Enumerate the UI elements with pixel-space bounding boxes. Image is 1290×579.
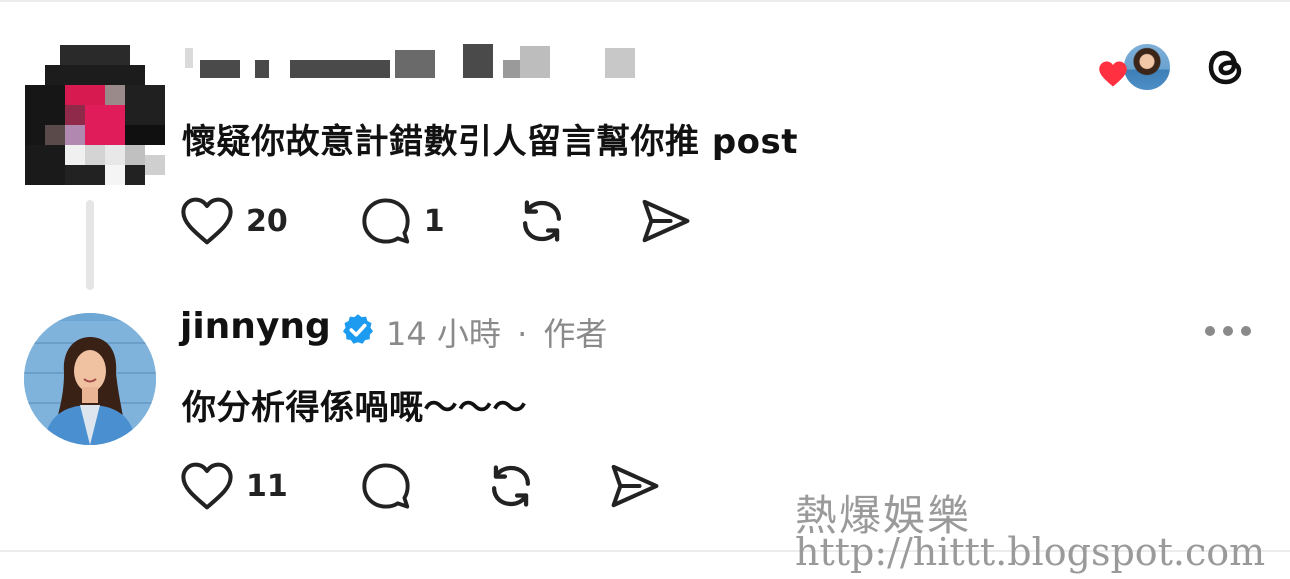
reply-button[interactable] [360, 460, 412, 512]
watermark-url: http://hittt.blogspot.com [795, 530, 1266, 574]
top-divider [0, 0, 1290, 2]
post-timestamp: 14 小時 [386, 315, 501, 353]
liked-by-avatar [1122, 42, 1172, 92]
author-tag: 作者 [543, 315, 608, 353]
verified-badge-icon [343, 314, 373, 344]
share-button[interactable] [639, 196, 693, 246]
heart-outline-icon [181, 197, 233, 245]
pixelated-avatar[interactable] [25, 45, 165, 185]
author-username[interactable]: jinnyng [180, 306, 331, 347]
send-icon [611, 464, 659, 508]
repost-button[interactable] [515, 194, 569, 248]
comment-bubble-icon [362, 198, 410, 244]
like-button[interactable]: 11 [180, 461, 288, 511]
more-options-icon[interactable] [1205, 326, 1251, 336]
repost-icon [522, 200, 561, 242]
author-avatar[interactable] [24, 313, 156, 445]
threads-logo-icon[interactable] [1202, 43, 1250, 91]
thread-connector-line [86, 200, 94, 290]
send-icon [642, 199, 690, 243]
like-button[interactable]: 20 [180, 196, 288, 246]
post-meta: 14 小時 · 作者 [386, 309, 607, 355]
post-2-actions: 11 [180, 459, 662, 513]
post-1-text: 懷疑你故意計錯數引人留言幫你推 post [182, 122, 799, 162]
post-corner-icons [1099, 42, 1250, 92]
post-1-actions: 20 1 [180, 194, 693, 248]
meta-separator: · [517, 315, 528, 353]
heart-icon [1099, 61, 1127, 87]
repost-button[interactable] [484, 459, 538, 513]
heart-outline-icon [181, 462, 233, 510]
repost-icon [491, 465, 530, 507]
like-count: 11 [246, 468, 288, 504]
share-button[interactable] [608, 461, 662, 511]
reply-count: 1 [423, 203, 445, 239]
reply-button[interactable]: 1 [360, 195, 445, 247]
like-count: 20 [246, 203, 288, 239]
post-2-text: 你分析得係喎嘅～～～ [182, 388, 527, 428]
blurred-author-name [185, 42, 640, 82]
author-avatar-image [24, 313, 156, 445]
comment-bubble-icon [362, 463, 410, 509]
